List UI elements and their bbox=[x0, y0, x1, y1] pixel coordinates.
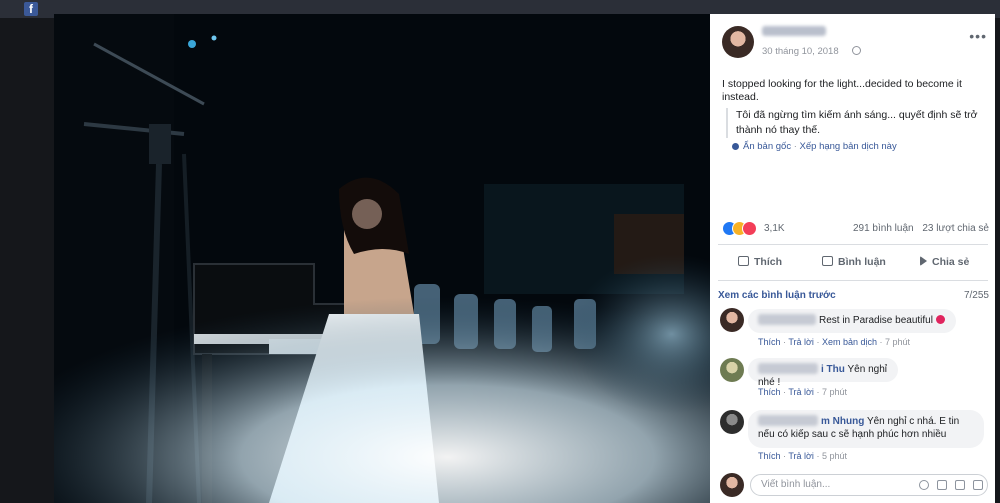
divider bbox=[718, 244, 988, 245]
translation-links: Ẩn bản gốc · Xếp hạng bản dịch này bbox=[732, 141, 897, 152]
view-previous-comments-link[interactable]: Xem các bình luận trước bbox=[718, 290, 836, 301]
post-actions: Thích Bình luận Chia sẻ bbox=[710, 250, 995, 274]
camera-icon[interactable] bbox=[937, 480, 947, 490]
comment-meta: Thích · Trả lời · Xem bản dịch · 7 phút bbox=[758, 337, 911, 347]
sticker-icon[interactable] bbox=[973, 480, 983, 490]
post-date[interactable]: 30 tháng 10, 2018 bbox=[762, 46, 839, 57]
comment-reply-link[interactable]: Trả lời bbox=[788, 337, 814, 347]
commenter-avatar[interactable] bbox=[720, 308, 744, 332]
rate-translation-link[interactable]: Xếp hạng bản dịch này bbox=[800, 141, 897, 152]
right-overlay bbox=[995, 18, 1000, 503]
comment-time: 7 phút bbox=[821, 387, 847, 397]
engagement-counts: 291 bình luận 23 lượt chia sẻ bbox=[847, 223, 989, 234]
comment-reply-link[interactable]: Trả lời bbox=[788, 451, 814, 461]
reaction-count: 3,1K bbox=[764, 223, 785, 234]
share-count-link[interactable]: 23 lượt chia sẻ bbox=[922, 223, 989, 234]
share-button[interactable]: Chia sẻ bbox=[920, 250, 969, 274]
comment-pager: 7/255 bbox=[963, 290, 989, 301]
commenter-name[interactable]: i Thu bbox=[821, 364, 845, 375]
post-panel: 30 tháng 10, 2018 ••• I stopped looking … bbox=[710, 14, 995, 503]
comment-button[interactable]: Bình luận bbox=[822, 250, 886, 274]
commenter-name-blurred[interactable] bbox=[758, 415, 818, 426]
comment-text: Yên nghỉ c nhá. E tin bbox=[866, 416, 960, 427]
post-text: I stopped looking for the light...decide… bbox=[722, 78, 962, 103]
commenter-name-blurred[interactable] bbox=[758, 314, 816, 325]
emoji-icon[interactable] bbox=[919, 480, 929, 490]
write-comment-input[interactable]: Viết bình luận... bbox=[750, 474, 988, 496]
facebook-logo-icon[interactable]: f bbox=[24, 2, 38, 16]
globe-icon bbox=[852, 46, 861, 55]
comment-meta: Thích · Trả lời · 5 phút bbox=[758, 451, 847, 461]
comment-like-link[interactable]: Thích bbox=[758, 337, 781, 347]
gear-icon bbox=[732, 143, 739, 150]
comment-label: Bình luận bbox=[838, 256, 886, 268]
comment-count-link[interactable]: 291 bình luận bbox=[853, 223, 914, 234]
write-comment-placeholder: Viết bình luận... bbox=[761, 479, 831, 490]
photo-illustration bbox=[54, 14, 710, 503]
comment-time: 7 phút bbox=[884, 337, 911, 347]
like-button[interactable]: Thích bbox=[738, 250, 782, 274]
thumbs-up-icon bbox=[738, 256, 749, 266]
love-reaction-icon bbox=[742, 221, 757, 236]
divider bbox=[718, 280, 988, 281]
poster-name-blurred[interactable] bbox=[762, 26, 826, 36]
speech-bubble-icon bbox=[822, 256, 833, 266]
share-arrow-icon bbox=[920, 256, 927, 266]
comment-bubble: i Thu Yên nghỉ nhé ! bbox=[748, 358, 898, 388]
comment-reply-link[interactable]: Trả lời bbox=[788, 387, 814, 397]
commenter-avatar[interactable] bbox=[720, 410, 744, 434]
comment-time: 5 phút bbox=[821, 451, 847, 461]
comment-meta: Thích · Trả lời · 7 phút bbox=[758, 387, 847, 397]
commenter-name-blurred[interactable] bbox=[758, 363, 818, 374]
like-label: Thích bbox=[754, 256, 782, 268]
comment-like-link[interactable]: Thích bbox=[758, 451, 781, 461]
poster-avatar[interactable] bbox=[722, 26, 754, 58]
ellipsis-icon[interactable]: ••• bbox=[969, 28, 987, 44]
comment-text-line2: nếu có kiếp sau c sẽ hạnh phúc hơn nhiều bbox=[758, 429, 947, 440]
commenter-name[interactable]: m Nhung bbox=[821, 416, 864, 427]
current-user-avatar[interactable] bbox=[720, 473, 744, 497]
comment-bubble: Rest in Paradise beautiful bbox=[748, 309, 956, 333]
comment-bubble: m Nhung Yên nghỉ c nhá. E tin nếu có kiế… bbox=[748, 410, 984, 448]
post-translation: Tôi đã ngừng tìm kiếm ánh sáng... quyết … bbox=[726, 108, 991, 138]
post-photo[interactable] bbox=[54, 14, 710, 503]
heart-emoji-icon bbox=[935, 315, 945, 324]
comment-like-link[interactable]: Thích bbox=[758, 387, 781, 397]
share-label: Chia sẻ bbox=[932, 256, 970, 268]
commenter-avatar[interactable] bbox=[720, 358, 744, 382]
gif-icon[interactable] bbox=[955, 480, 965, 490]
left-overlay bbox=[0, 18, 54, 503]
comment-translate-link[interactable]: Xem bản dịch bbox=[822, 337, 877, 347]
show-original-link[interactable]: Ẩn bản gốc bbox=[743, 141, 791, 152]
comment-text: Rest in Paradise beautiful bbox=[819, 315, 933, 326]
